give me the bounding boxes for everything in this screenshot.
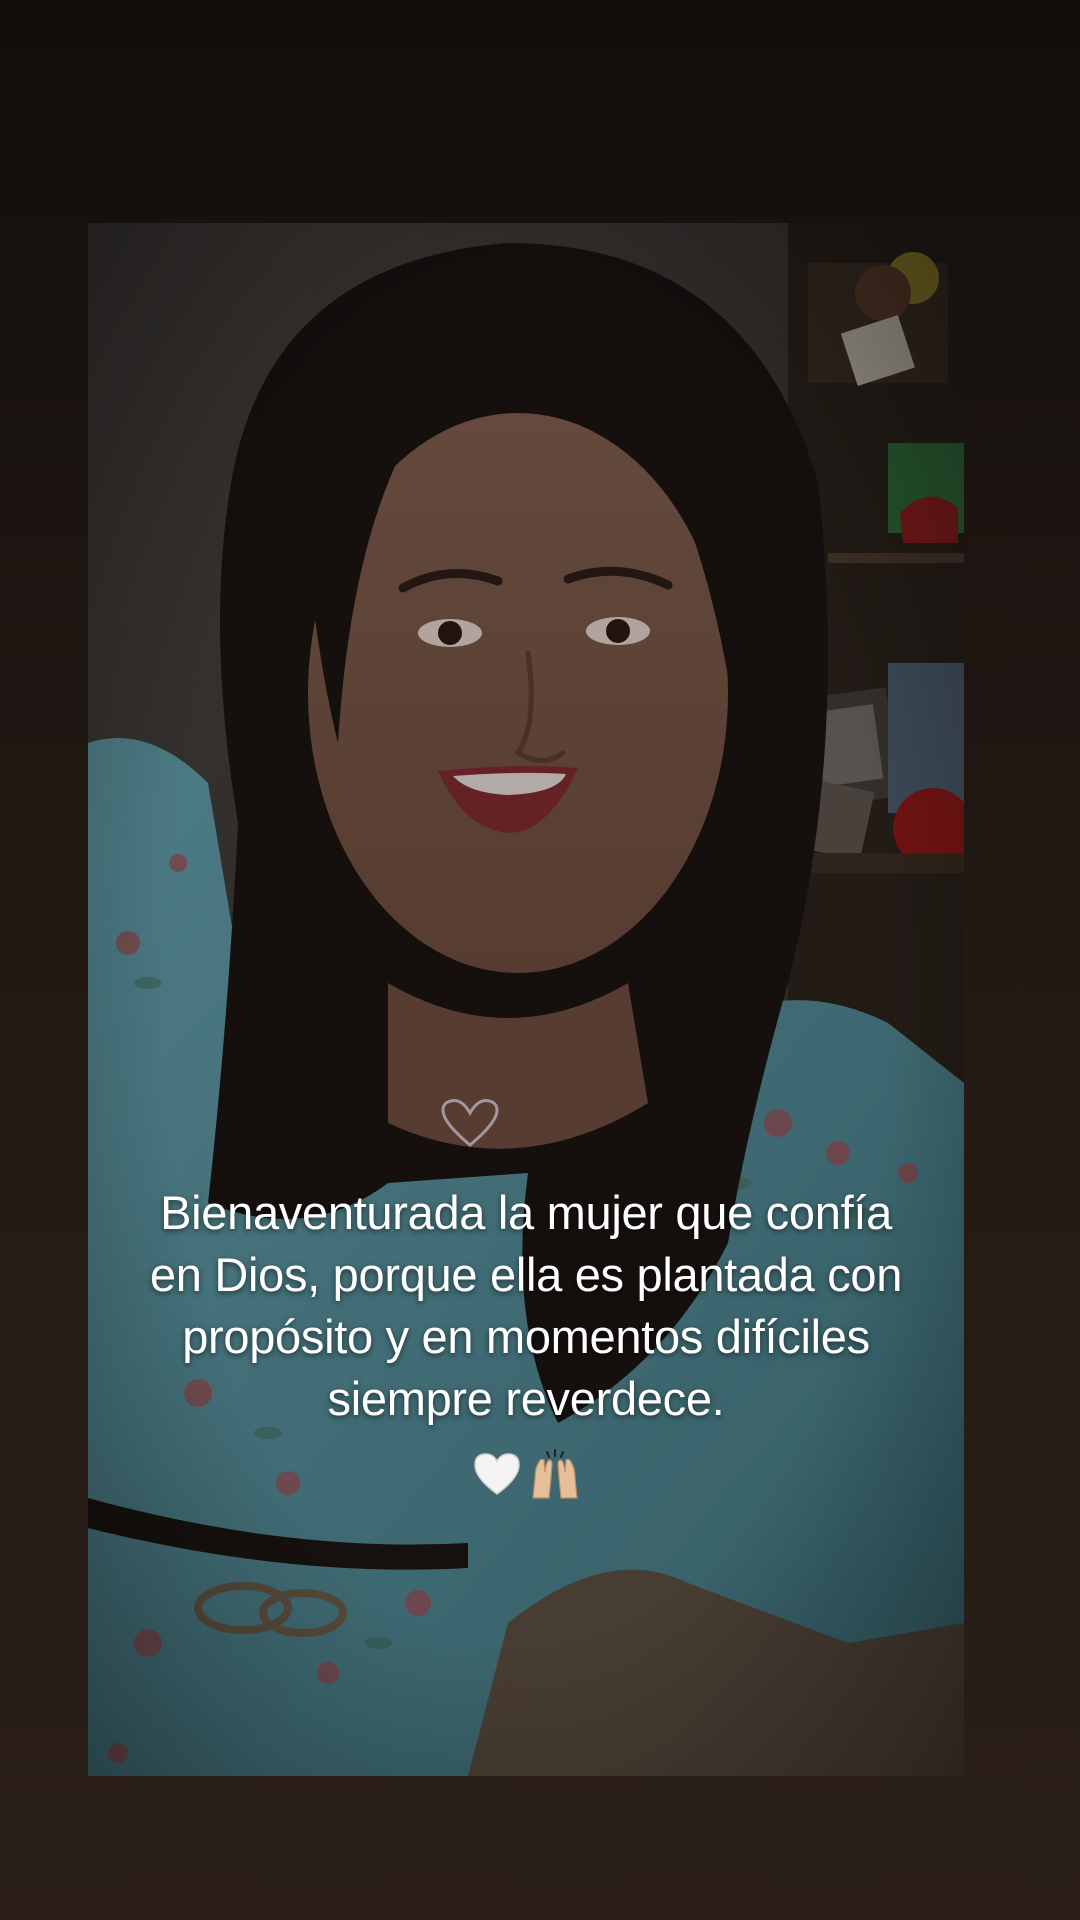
caption-line-1: Bienaventurada la mujer que confía: [160, 1186, 892, 1239]
story-caption: Bienaventurada la mujer que confía en Di…: [88, 1182, 964, 1430]
portrait-photo-illustration: [88, 223, 964, 1776]
white-heart-icon: [474, 1453, 520, 1495]
raising-hands-icon: [532, 1449, 578, 1499]
caption-line-3: propósito y en momentos difíciles: [182, 1310, 870, 1363]
caption-line-2: en Dios, porque ella es plantada con: [149, 1248, 903, 1301]
caption-line-4: siempre reverdece.: [327, 1372, 725, 1425]
emoji-row: [88, 1448, 964, 1510]
story-photo: [88, 223, 964, 1776]
